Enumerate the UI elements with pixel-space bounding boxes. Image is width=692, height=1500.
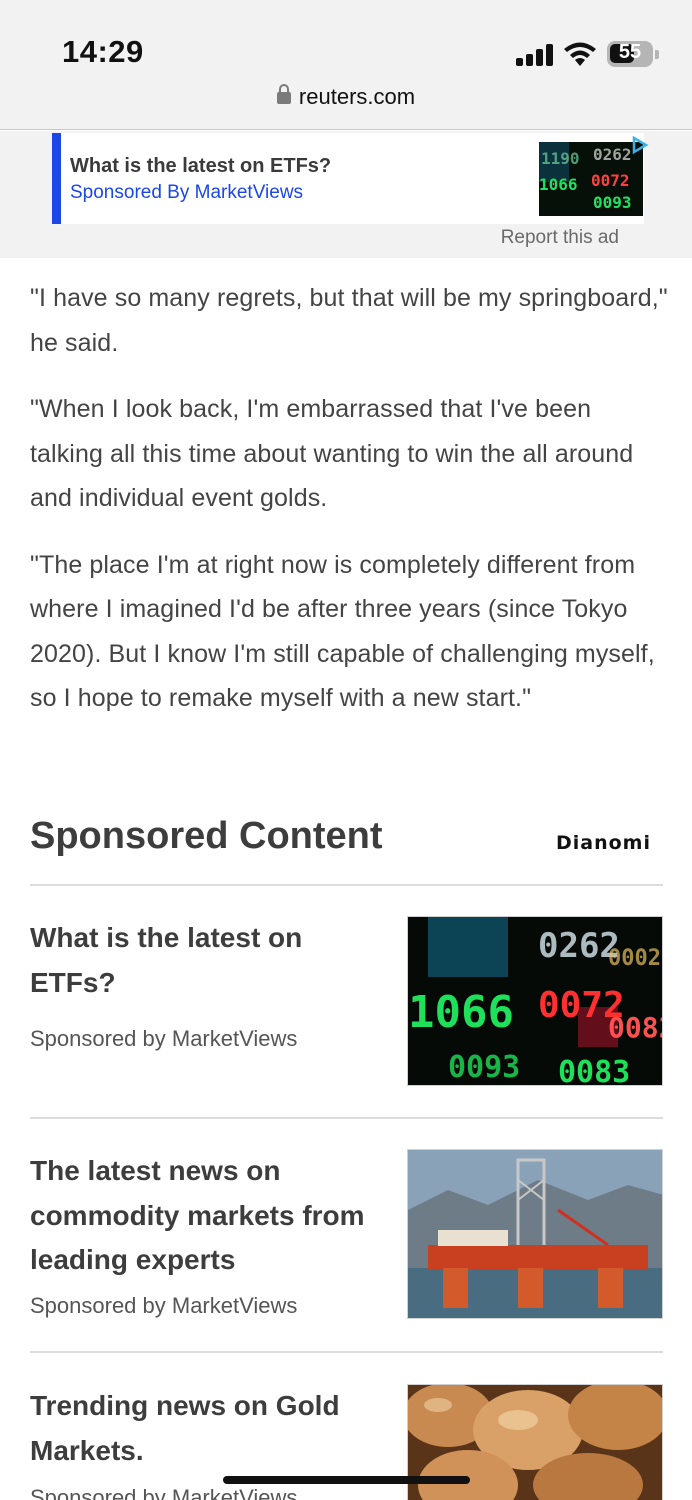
url-bar[interactable]: reuters.com bbox=[0, 84, 692, 110]
battery-icon: 55 bbox=[607, 41, 653, 67]
svg-text:0262: 0262 bbox=[593, 145, 632, 164]
svg-text:0002: 0002 bbox=[608, 946, 661, 971]
sponsored-item[interactable]: The latest news on commodity markets fro… bbox=[30, 1149, 663, 1321]
sponsored-item-sponsor: Sponsored by MarketViews bbox=[30, 1293, 298, 1318]
sponsored-item-sponsor: Sponsored by MarketViews bbox=[30, 1026, 298, 1051]
divider bbox=[30, 1351, 663, 1353]
stock-ticker-image[interactable]: 0262 0002 1066 0072 0082 0093 0083 bbox=[407, 916, 663, 1086]
wifi-icon bbox=[564, 42, 596, 66]
divider bbox=[30, 1117, 663, 1119]
sponsored-item-sponsor: Sponsored by MarketViews bbox=[30, 1485, 298, 1500]
svg-text:0093: 0093 bbox=[448, 1050, 520, 1085]
browser-top-bar: 14:29 55 reuters.com bbox=[0, 0, 692, 130]
article-paragraph: "When I look back, I'm embarrassed that … bbox=[30, 395, 634, 512]
ad-image: 1190 0262 1066 0072 0093 bbox=[539, 142, 643, 216]
dianomi-logo[interactable]: Dianomi bbox=[556, 832, 651, 854]
svg-text:0072: 0072 bbox=[591, 171, 630, 190]
sponsored-item-title[interactable]: What is the latest on ETFs? bbox=[30, 916, 370, 1005]
svg-text:0082: 0082 bbox=[608, 1011, 663, 1044]
battery-cap bbox=[655, 50, 659, 59]
ad-sponsor: Sponsored By MarketViews bbox=[70, 182, 304, 203]
battery-level: 55 bbox=[618, 41, 642, 63]
divider bbox=[30, 884, 663, 886]
svg-text:1066: 1066 bbox=[539, 175, 578, 194]
url-domain: reuters.com bbox=[298, 84, 416, 109]
cellular-signal-icon bbox=[516, 44, 556, 66]
svg-text:1190: 1190 bbox=[541, 149, 580, 168]
svg-text:1066: 1066 bbox=[408, 987, 514, 1038]
home-indicator[interactable] bbox=[223, 1476, 470, 1484]
sponsored-heading: Sponsored Content bbox=[30, 815, 383, 857]
oil-rig-image[interactable] bbox=[407, 1149, 663, 1319]
article-paragraph: "I have so many regrets, but that will b… bbox=[30, 284, 668, 357]
lock-icon bbox=[276, 84, 291, 104]
ad-title: What is the latest on ETFs? bbox=[70, 155, 332, 177]
article-body: "I have so many regrets, but that will b… bbox=[30, 276, 670, 743]
svg-text:0093: 0093 bbox=[593, 193, 632, 212]
sponsored-item-title[interactable]: Trending news on Gold Markets. bbox=[30, 1384, 370, 1473]
svg-text:0083: 0083 bbox=[558, 1055, 630, 1086]
ad-banner: What is the latest on ETFs? Sponsored By… bbox=[0, 131, 692, 258]
sponsored-item-title[interactable]: The latest news on commodity markets fro… bbox=[30, 1149, 370, 1283]
sponsored-item[interactable]: What is the latest on ETFs? Sponsored by… bbox=[30, 916, 663, 1088]
article-paragraph: "The place I'm at right now is completel… bbox=[30, 550, 655, 713]
ad-card[interactable]: What is the latest on ETFs? Sponsored By… bbox=[52, 133, 649, 224]
status-time: 14:29 bbox=[62, 34, 144, 69]
report-ad-link[interactable]: Report this ad bbox=[501, 227, 619, 249]
adchoices-icon[interactable] bbox=[631, 136, 649, 154]
